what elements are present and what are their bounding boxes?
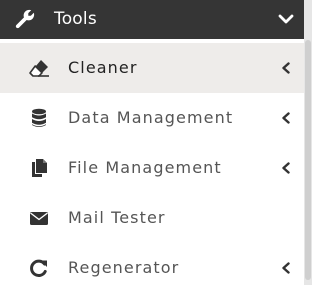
menu-item-file-management[interactable]: File Management bbox=[0, 143, 304, 193]
menu-item-regenerator[interactable]: Regenerator bbox=[0, 243, 304, 285]
menu-item-label: Data Management bbox=[68, 108, 234, 127]
scrollbar-thumb[interactable] bbox=[305, 40, 311, 280]
menu-item-label: Mail Tester bbox=[68, 208, 166, 227]
tools-menu-header[interactable]: Tools bbox=[0, 0, 304, 39]
eraser-icon bbox=[29, 60, 49, 77]
files-icon bbox=[32, 159, 47, 177]
menu-item-data-management[interactable]: Data Management bbox=[0, 93, 304, 143]
menu-item-mail-tester[interactable]: Mail Tester bbox=[0, 193, 304, 243]
envelope-icon bbox=[30, 212, 48, 225]
scrollbar[interactable] bbox=[304, 0, 312, 285]
chevron-left-icon bbox=[282, 262, 290, 274]
menu-item-label: Cleaner bbox=[68, 58, 138, 77]
menu-item-label: File Management bbox=[68, 158, 222, 177]
wrench-icon bbox=[15, 9, 35, 29]
database-icon bbox=[32, 108, 46, 127]
menu-item-cleaner[interactable]: Cleaner bbox=[0, 43, 304, 93]
chevron-left-icon bbox=[282, 62, 290, 74]
chevron-left-icon bbox=[282, 162, 290, 174]
menu-item-label: Regenerator bbox=[68, 258, 180, 277]
chevron-left-icon bbox=[282, 112, 290, 124]
chevron-down-icon[interactable] bbox=[278, 12, 294, 26]
tools-menu-title: Tools bbox=[54, 9, 97, 29]
tools-menu: Tools Cleaner Data Management File Manag… bbox=[0, 0, 312, 285]
redo-icon bbox=[30, 259, 47, 277]
